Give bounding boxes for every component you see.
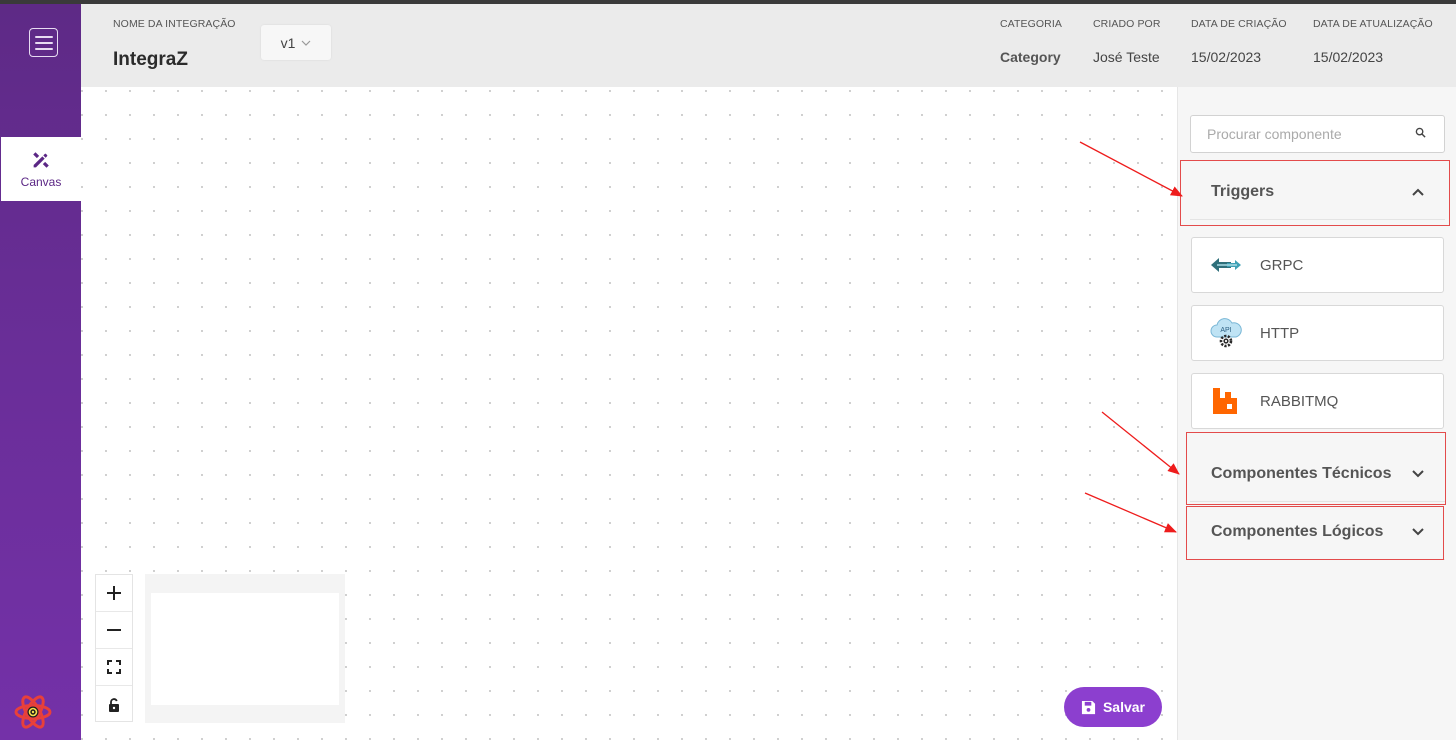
search-icon[interactable] xyxy=(1415,127,1426,138)
save-icon xyxy=(1081,700,1096,714)
rabbitmq-icon xyxy=(1213,388,1237,414)
highlight-box-tecnicos xyxy=(1186,432,1446,505)
created-date-label: DATA DE CRIAÇÃO xyxy=(1191,18,1287,30)
integration-name: IntegraZ xyxy=(113,49,188,70)
minus-icon xyxy=(107,629,121,631)
component-name: GRPC xyxy=(1260,256,1304,274)
highlight-box-triggers xyxy=(1180,160,1450,226)
updated-date-value: 15/02/2023 xyxy=(1313,49,1384,65)
svg-text:API: API xyxy=(1220,327,1231,334)
search-input[interactable] xyxy=(1191,116,1411,152)
api-cloud-icon: API xyxy=(1210,318,1242,348)
category-label: CATEGORIA xyxy=(1000,18,1062,30)
sidebar-item-label: Canvas xyxy=(20,175,62,189)
created-by-label: CRIADO POR xyxy=(1093,18,1161,30)
chevron-down-icon xyxy=(301,40,311,46)
plus-icon xyxy=(107,586,121,600)
minimap-viewport xyxy=(151,593,339,705)
save-button[interactable]: Salvar xyxy=(1064,687,1162,727)
integration-header: NOME DA INTEGRAÇÃO IntegraZ v1 CATEGORIA… xyxy=(81,4,1456,87)
version-select[interactable]: v1 xyxy=(261,25,331,60)
grpc-icon xyxy=(1211,258,1241,272)
minimap[interactable] xyxy=(145,574,345,723)
component-search xyxy=(1190,115,1445,153)
save-label: Salvar xyxy=(1102,699,1146,715)
lock-button[interactable] xyxy=(96,686,132,723)
component-item-grpc[interactable]: GRPC xyxy=(1191,237,1444,293)
zoom-out-button[interactable] xyxy=(96,612,132,649)
zoom-in-button[interactable] xyxy=(96,575,132,612)
component-item-http[interactable]: API HTTP xyxy=(1191,305,1444,361)
fit-view-icon xyxy=(107,660,121,674)
created-by-value: José Teste xyxy=(1093,49,1160,65)
lock-icon xyxy=(109,697,119,712)
hamburger-icon[interactable] xyxy=(29,28,58,57)
sidebar: Canvas xyxy=(0,4,81,740)
component-item-rabbitmq[interactable]: RABBITMQ xyxy=(1191,373,1444,429)
updated-date-label: DATA DE ATUALIZAÇÃO xyxy=(1313,18,1433,30)
integration-name-label: NOME DA INTEGRAÇÃO xyxy=(113,18,236,30)
react-logo-icon xyxy=(14,695,52,729)
component-name: RABBITMQ xyxy=(1260,392,1339,410)
edit-tools-icon xyxy=(33,152,49,168)
created-date-value: 15/02/2023 xyxy=(1191,49,1262,65)
highlight-box-logicos xyxy=(1186,506,1444,560)
version-value: v1 xyxy=(280,34,296,51)
component-name: HTTP xyxy=(1260,324,1300,342)
canvas-controls xyxy=(95,574,133,722)
fit-view-button[interactable] xyxy=(96,649,132,686)
category-value: Category xyxy=(1000,49,1061,65)
sidebar-item-canvas[interactable]: Canvas xyxy=(1,137,81,201)
